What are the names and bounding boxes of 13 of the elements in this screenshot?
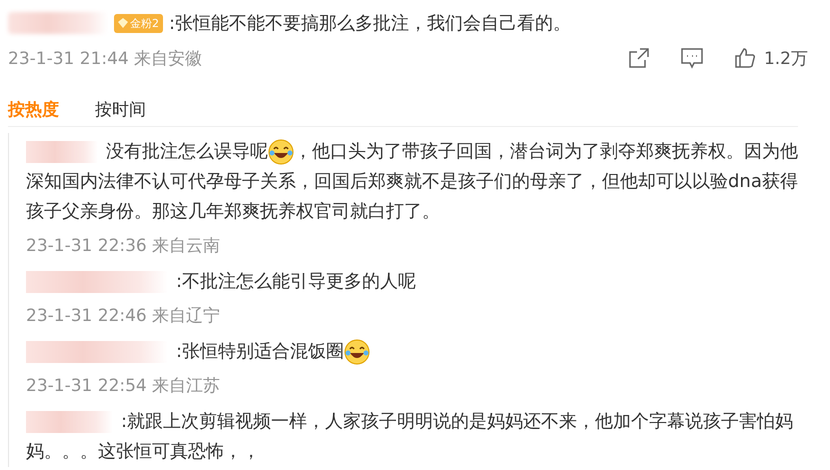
comment-meta: 23-1-31 21:44 来自安徽 <box>8 48 202 70</box>
share-icon[interactable] <box>628 47 650 69</box>
laughing-emoji-icon <box>268 139 294 166</box>
like-count: 1.2万 <box>764 48 808 70</box>
comment-icon[interactable] <box>680 47 704 69</box>
comment-text: :张恒能不能不要搞那么多批注，我们会自己看的。 <box>169 12 572 35</box>
reply-meta: 23-1-31 22:54 来自江苏 <box>26 374 220 396</box>
reply-meta: 23-1-31 22:46 来自辽宁 <box>26 304 220 326</box>
sort-tab[interactable]: 按时间 <box>95 98 146 120</box>
fan-badge: 金粉2 <box>114 14 163 32</box>
laughing-emoji-icon <box>344 339 370 366</box>
reply-meta: 23-1-31 22:36 来自云南 <box>26 234 220 256</box>
thumbs-up-icon[interactable] <box>734 47 756 69</box>
